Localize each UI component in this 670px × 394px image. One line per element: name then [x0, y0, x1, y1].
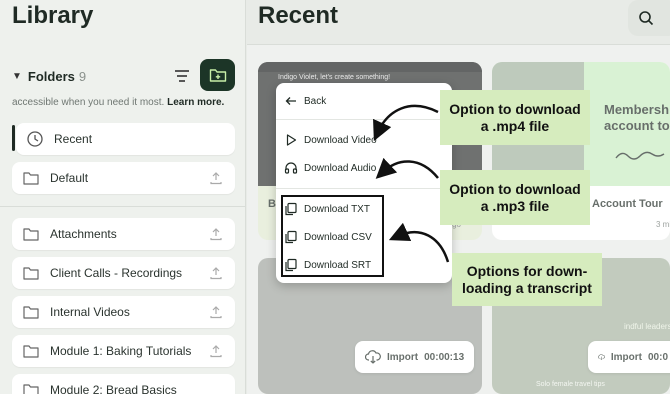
- folder-plus-icon: [209, 69, 226, 82]
- page-title: Recent: [258, 2, 339, 29]
- folder-icon: [23, 345, 39, 358]
- arrow-left-icon: [285, 97, 296, 105]
- sidebar-item-label: Module 1: Baking Tutorials: [50, 344, 192, 358]
- upload-icon[interactable]: [209, 227, 223, 241]
- sidebar-item-client-calls[interactable]: Client Calls - Recordings: [12, 257, 235, 289]
- folders-label: Folders: [27, 68, 75, 84]
- folder-icon: [23, 172, 39, 185]
- menu-item-label: Back: [304, 95, 327, 107]
- menu-download-video[interactable]: Download Video: [284, 130, 377, 150]
- upload-icon[interactable]: [209, 266, 223, 280]
- upload-icon[interactable]: [209, 344, 223, 358]
- sidebar-item-module-2[interactable]: Module 2: Bread Basics: [12, 374, 235, 394]
- sidebar-item-default[interactable]: Default: [12, 162, 235, 194]
- callout-text: Option to download: [449, 180, 581, 197]
- callout-text: a .mp3 file: [480, 197, 550, 214]
- sort-icon[interactable]: [172, 66, 192, 86]
- menu-back[interactable]: Back: [284, 91, 326, 111]
- sidebar-item-label: Client Calls - Recordings: [50, 266, 183, 280]
- search-icon: [639, 11, 654, 26]
- callout-transcript: Options for down- loading a transcript: [452, 253, 602, 306]
- clock-icon: [27, 131, 43, 147]
- add-folder-button[interactable]: [200, 59, 235, 91]
- menu-divider: [276, 188, 452, 189]
- transcript-options-highlight: [281, 195, 384, 277]
- callout-text: Option to download: [449, 100, 581, 117]
- menu-item-label: Download Video: [304, 134, 377, 146]
- access-text: accessible when you need it most. Learn …: [12, 97, 224, 108]
- folder-icon: [23, 228, 39, 241]
- sidebar-item-recent[interactable]: Recent: [16, 123, 235, 155]
- menu-download-audio[interactable]: Download Audio: [284, 158, 376, 178]
- sidebar-item-label: Internal Videos: [50, 305, 130, 319]
- active-indicator: [12, 125, 15, 151]
- callout-mp4: Option to download a .mp4 file: [440, 90, 590, 145]
- upload-icon[interactable]: [209, 305, 223, 319]
- callout-text: loading a transcript: [462, 279, 592, 296]
- sidebar-item-label: Module 2: Bread Basics: [50, 383, 177, 394]
- sidebar-item-label: Attachments: [50, 227, 117, 241]
- play-icon: [286, 134, 297, 146]
- folder-icon: [23, 306, 39, 319]
- learn-more-link[interactable]: Learn more.: [167, 97, 224, 108]
- sidebar-item-internal-videos[interactable]: Internal Videos: [12, 296, 235, 328]
- callout-text: Options for down-: [466, 262, 588, 279]
- menu-item-label: Download Audio: [304, 162, 377, 174]
- folders-count: 9: [78, 68, 87, 84]
- sidebar-divider: [0, 206, 245, 207]
- access-text-body: accessible when you need it most.: [12, 97, 165, 108]
- chevron-down-icon[interactable]: ▼: [12, 71, 22, 82]
- menu-divider: [276, 119, 452, 120]
- sidebar-item-label: Default: [50, 171, 89, 185]
- sidebar-item-module-1[interactable]: Module 1: Baking Tutorials: [12, 335, 235, 367]
- headphones-icon: [284, 162, 298, 174]
- search-button[interactable]: [628, 0, 670, 36]
- sidebar: Library ▼ Folders 9 accessible when you …: [0, 0, 246, 394]
- library-title: Library: [12, 2, 94, 29]
- callout-mp3: Option to download a .mp3 file: [440, 170, 590, 225]
- folder-icon: [23, 267, 39, 280]
- sidebar-item-label: Recent: [54, 132, 93, 146]
- sidebar-item-attachments[interactable]: Attachments: [12, 218, 235, 250]
- callout-text: a .mp4 file: [480, 117, 550, 134]
- upload-icon[interactable]: [209, 171, 223, 185]
- folder-icon: [23, 384, 39, 394]
